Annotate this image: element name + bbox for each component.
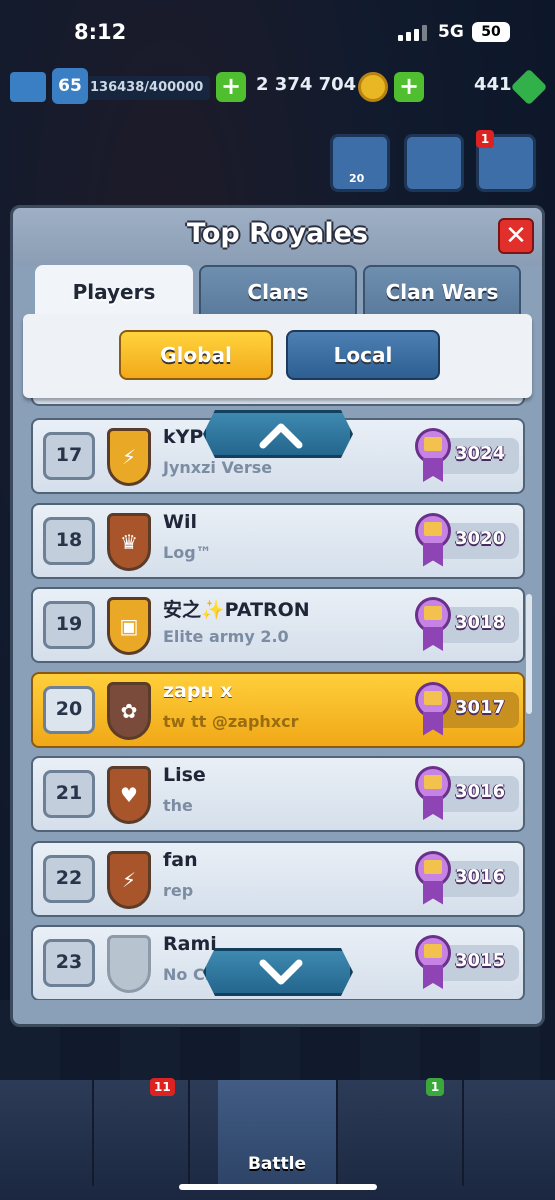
league-medal-icon xyxy=(415,681,451,736)
trophy-count: 3018 xyxy=(455,612,506,633)
clan-badge-icon: ⚡ xyxy=(107,850,151,909)
table-row[interactable]: 21 ♥ Lise the 3016 xyxy=(31,756,525,832)
table-row[interactable]: 18 ♛ Wil Log™ 3020 xyxy=(31,502,525,579)
clan-badge-icon: ♥ xyxy=(107,766,151,824)
top-royales-dialog: Top Royales ✕ Players Clans Clan Wars Gl… xyxy=(10,205,545,1027)
friends-count: 20 xyxy=(349,172,365,185)
local-filter-button[interactable]: Local xyxy=(286,330,440,380)
league-medal-icon xyxy=(415,428,451,482)
player-clan: rep xyxy=(163,880,194,900)
rank-number: 21 xyxy=(43,770,95,818)
player-name: Wil xyxy=(163,510,197,533)
player-name: kYP xyxy=(163,426,204,448)
clan-badge-icon: ⚡ xyxy=(107,428,151,486)
chest-icon: ▣ xyxy=(119,614,139,638)
cellular-signal-icon xyxy=(398,25,428,41)
bottom-navigation: Battle xyxy=(0,1080,555,1200)
nav-clan[interactable] xyxy=(370,1080,464,1186)
scroll-down-button[interactable] xyxy=(203,948,353,996)
status-time: 8:12 xyxy=(74,20,127,44)
league-medal-icon xyxy=(415,512,451,567)
player-name: zapн x xyxy=(163,679,233,702)
game-hud: 136438/400000 65 + 2 374 704 + 441 xyxy=(0,68,555,108)
clan-badge-icon xyxy=(107,935,151,993)
add-gold-button[interactable]: + xyxy=(216,72,246,102)
player-clan: the xyxy=(163,796,193,815)
rank-number: 18 xyxy=(43,516,95,565)
gold-coin-icon xyxy=(358,72,388,102)
table-row[interactable]: 19 ▣ 安之✨PATRON Elite army 2.0 3018 xyxy=(31,587,525,663)
table-row[interactable]: 22 ⚡ fan rep 3016 xyxy=(31,840,525,917)
league-medal-icon xyxy=(415,935,451,989)
rank-number: 22 xyxy=(43,854,95,903)
tab-players[interactable]: Players xyxy=(35,265,193,319)
heart-icon: ♥ xyxy=(120,783,138,807)
dialog-header: Top Royales ✕ xyxy=(13,208,542,266)
rank-number: 23 xyxy=(43,939,95,987)
rank-number: 17 xyxy=(43,432,95,480)
lightning-icon: ⚡ xyxy=(121,445,137,469)
scroll-up-button[interactable] xyxy=(203,410,353,458)
home-indicator[interactable] xyxy=(179,1184,377,1190)
tab-clans[interactable]: Clans xyxy=(199,265,357,317)
nav-events[interactable] xyxy=(464,1080,555,1186)
trophy-count: 3017 xyxy=(455,696,506,718)
gem-icon xyxy=(510,68,548,106)
nav-cards[interactable] xyxy=(96,1080,190,1186)
clan-badge-icon: ▣ xyxy=(107,597,151,655)
rank-number: 19 xyxy=(43,601,95,649)
gems-amount: 441 xyxy=(474,74,512,95)
rank-number: 20 xyxy=(43,685,95,734)
cards-notification-badge: 11 xyxy=(150,1078,175,1096)
player-clan: Log™ xyxy=(163,542,212,562)
lotus-icon: ✿ xyxy=(120,698,138,723)
table-row[interactable]: 20 ✿ zapн x tw tt @zaphxcr 3017 xyxy=(31,671,525,748)
friends-button[interactable]: 20 xyxy=(330,134,390,192)
trophy-count: 3024 xyxy=(455,443,506,464)
clan-notification-badge: 1 xyxy=(426,1078,444,1096)
tab-clan-wars[interactable]: Clan Wars xyxy=(363,265,521,317)
player-clan: Elite army 2.0 xyxy=(163,627,289,646)
clan-badge-icon: ♛ xyxy=(107,512,151,571)
player-clan: tw tt @zaphxcr xyxy=(163,711,299,731)
region-filter-bar: Global Local xyxy=(23,314,532,398)
leaderboard-tabs: Players Clans Clan Wars xyxy=(35,265,524,319)
player-name: fan xyxy=(163,848,198,871)
league-medal-icon xyxy=(415,766,451,820)
menu-notification-badge: 1 xyxy=(476,130,494,148)
close-button[interactable]: ✕ xyxy=(498,218,534,254)
global-filter-button[interactable]: Global xyxy=(119,330,273,380)
player-leaderboard-list[interactable]: 17 ⚡ kYP Jynxzi Verse 3024 18 ♛ Wil Log™ 3020 19 ▣ 安… xyxy=(23,394,532,1000)
status-bar: 8:12 5G 50 xyxy=(0,0,555,66)
news-button[interactable] xyxy=(404,134,464,192)
battery-icon: 50 xyxy=(472,22,510,42)
add-gems-button[interactable]: + xyxy=(394,72,424,102)
lightning-icon: ⚡ xyxy=(121,867,137,892)
profile-banner-icon[interactable] xyxy=(10,72,46,102)
trophy-count: 3016 xyxy=(455,865,506,887)
chevron-down-icon xyxy=(259,959,303,985)
trophy-count: 3020 xyxy=(455,527,506,549)
chevron-up-icon xyxy=(259,423,303,449)
nav-shop[interactable] xyxy=(0,1080,94,1186)
league-medal-icon xyxy=(415,597,451,651)
league-medal-icon xyxy=(415,850,451,905)
player-clan: No Cl xyxy=(163,965,211,984)
trophy-count: 3015 xyxy=(455,950,506,971)
player-name: Rami xyxy=(163,933,217,955)
trophy-count: 3016 xyxy=(455,781,506,802)
player-name: 安之✨PATRON xyxy=(163,599,310,621)
dialog-title: Top Royales xyxy=(187,218,368,249)
gold-amount: 2 374 704 xyxy=(256,74,357,95)
player-name: Lise xyxy=(163,764,206,786)
king-level-badge[interactable]: 65 xyxy=(52,68,88,104)
list-scrollbar[interactable] xyxy=(526,594,532,714)
nav-battle[interactable]: Battle xyxy=(218,1080,338,1186)
clan-badge-icon: ✿ xyxy=(107,681,151,740)
crown-icon: ♛ xyxy=(120,529,138,554)
xp-progress: 136438/400000 xyxy=(84,76,210,100)
battle-label: Battle xyxy=(247,1154,307,1174)
player-clan: Jynxzi Verse xyxy=(163,458,273,477)
network-type: 5G xyxy=(438,22,464,42)
